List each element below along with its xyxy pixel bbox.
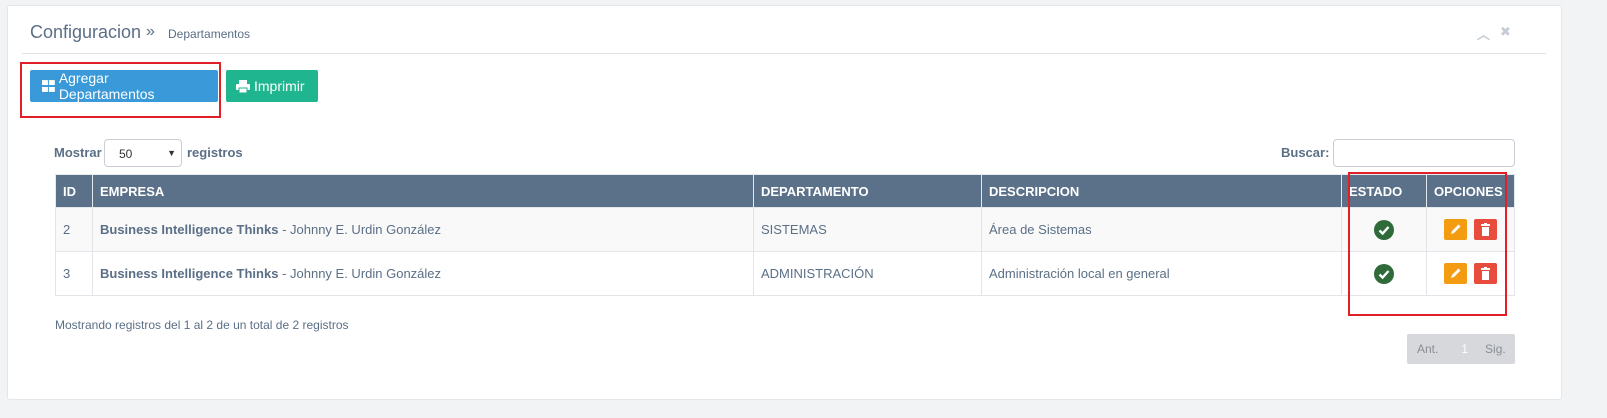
highlight-status-options [1348, 172, 1507, 316]
chevron-down-icon: ▼ [167, 148, 176, 158]
cell-id: 2 [55, 207, 93, 252]
col-id[interactable]: ID [55, 174, 93, 208]
length-suffix: registros [187, 145, 243, 160]
print-button[interactable]: Imprimir [226, 70, 318, 102]
page-length-value: 50 [119, 147, 133, 161]
cell-department: ADMINISTRACIÓN [753, 251, 982, 296]
cell-description: Administración local en general [981, 251, 1342, 296]
print-label: Imprimir [254, 78, 305, 94]
close-icon[interactable]: ✖ [1500, 24, 1511, 40]
table-info: Mostrando registros del 1 al 2 de un tot… [55, 318, 349, 332]
cell-department: SISTEMAS [753, 207, 982, 252]
length-prefix: Mostrar [54, 145, 102, 160]
search-label: Buscar: [1281, 145, 1330, 160]
breadcrumb-page: Departamentos [168, 27, 251, 41]
breadcrumb-section[interactable]: Configuracion [30, 22, 141, 43]
company-owner: - Johnny E. Urdin González [278, 222, 442, 237]
cell-id: 3 [55, 251, 93, 296]
company-owner: - Johnny E. Urdin González [278, 266, 442, 281]
table-header-row: ID EMPRESA DEPARTAMENTO DESCRIPCION ESTA… [55, 174, 1515, 208]
search-input[interactable] [1333, 139, 1515, 167]
panel-header: Configuracion » Departamentos ︿ ✖ [22, 6, 1546, 54]
departments-panel: Configuracion » Departamentos ︿ ✖ Agrega… [7, 5, 1562, 400]
table-row: 2 Business Intelligence Thinks - Johnny … [55, 207, 1515, 252]
col-company[interactable]: EMPRESA [92, 174, 754, 208]
col-description[interactable]: DESCRIPCION [981, 174, 1342, 208]
cell-description: Área de Sistemas [981, 207, 1342, 252]
col-department[interactable]: DEPARTAMENTO [753, 174, 982, 208]
prev-page-button[interactable]: Ant. [1417, 342, 1438, 356]
page-1-button[interactable]: 1 [1461, 342, 1468, 356]
table-row: 3 Business Intelligence Thinks - Johnny … [55, 251, 1515, 296]
highlight-add-button [20, 62, 221, 118]
collapse-icon[interactable]: ︿ [1477, 24, 1490, 43]
cell-company: Business Intelligence Thinks - Johnny E.… [92, 251, 754, 296]
company-name: Business Intelligence Thinks [100, 222, 279, 237]
departments-table: ID EMPRESA DEPARTAMENTO DESCRIPCION ESTA… [55, 174, 1515, 296]
pagination: Ant. 1 Sig. [1407, 334, 1515, 364]
page-length-select[interactable]: 50 ▼ [104, 139, 182, 167]
printer-icon [236, 79, 250, 93]
next-page-button[interactable]: Sig. [1485, 342, 1506, 356]
company-name: Business Intelligence Thinks [100, 266, 279, 281]
cell-company: Business Intelligence Thinks - Johnny E.… [92, 207, 754, 252]
breadcrumb-separator: » [146, 23, 155, 40]
